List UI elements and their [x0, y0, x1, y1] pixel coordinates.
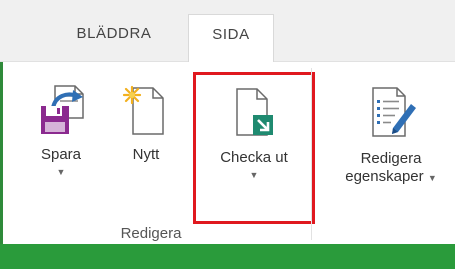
- group-label-edit: Redigera: [120, 225, 182, 242]
- save-icon: [33, 84, 89, 136]
- checkout-icon: [229, 87, 279, 139]
- tab-browse[interactable]: BLÄDDRA: [55, 14, 173, 62]
- edit-properties-label-line2: egenskaper ▼: [345, 168, 437, 185]
- save-label: Spara: [40, 146, 82, 163]
- status-bar: [0, 244, 455, 269]
- new-document-icon: [121, 84, 171, 136]
- ribbon-tab-bar: BLÄDDRA SIDA: [0, 0, 455, 62]
- chevron-down-icon: ▼: [249, 170, 259, 180]
- checkout-button[interactable]: Checka ut ▼: [193, 72, 315, 224]
- new-label: Nytt: [132, 146, 160, 163]
- save-button[interactable]: Spara ▼: [28, 84, 94, 178]
- edit-properties-label-line1: Redigera: [360, 150, 422, 167]
- checkout-label: Checka ut: [220, 149, 288, 166]
- edit-properties-icon: [363, 84, 419, 140]
- edit-properties-button[interactable]: Redigera egenskaper ▼: [326, 84, 455, 187]
- chevron-down-icon: ▼: [56, 167, 66, 177]
- chevron-down-icon: ▼: [427, 173, 437, 183]
- ribbon-panel: Spara ▼ Nytt Checka ut ▼ Redigera egensk…: [0, 62, 455, 244]
- new-button[interactable]: Nytt: [116, 84, 176, 164]
- tab-page[interactable]: SIDA: [188, 14, 274, 62]
- group-divider: [311, 68, 312, 240]
